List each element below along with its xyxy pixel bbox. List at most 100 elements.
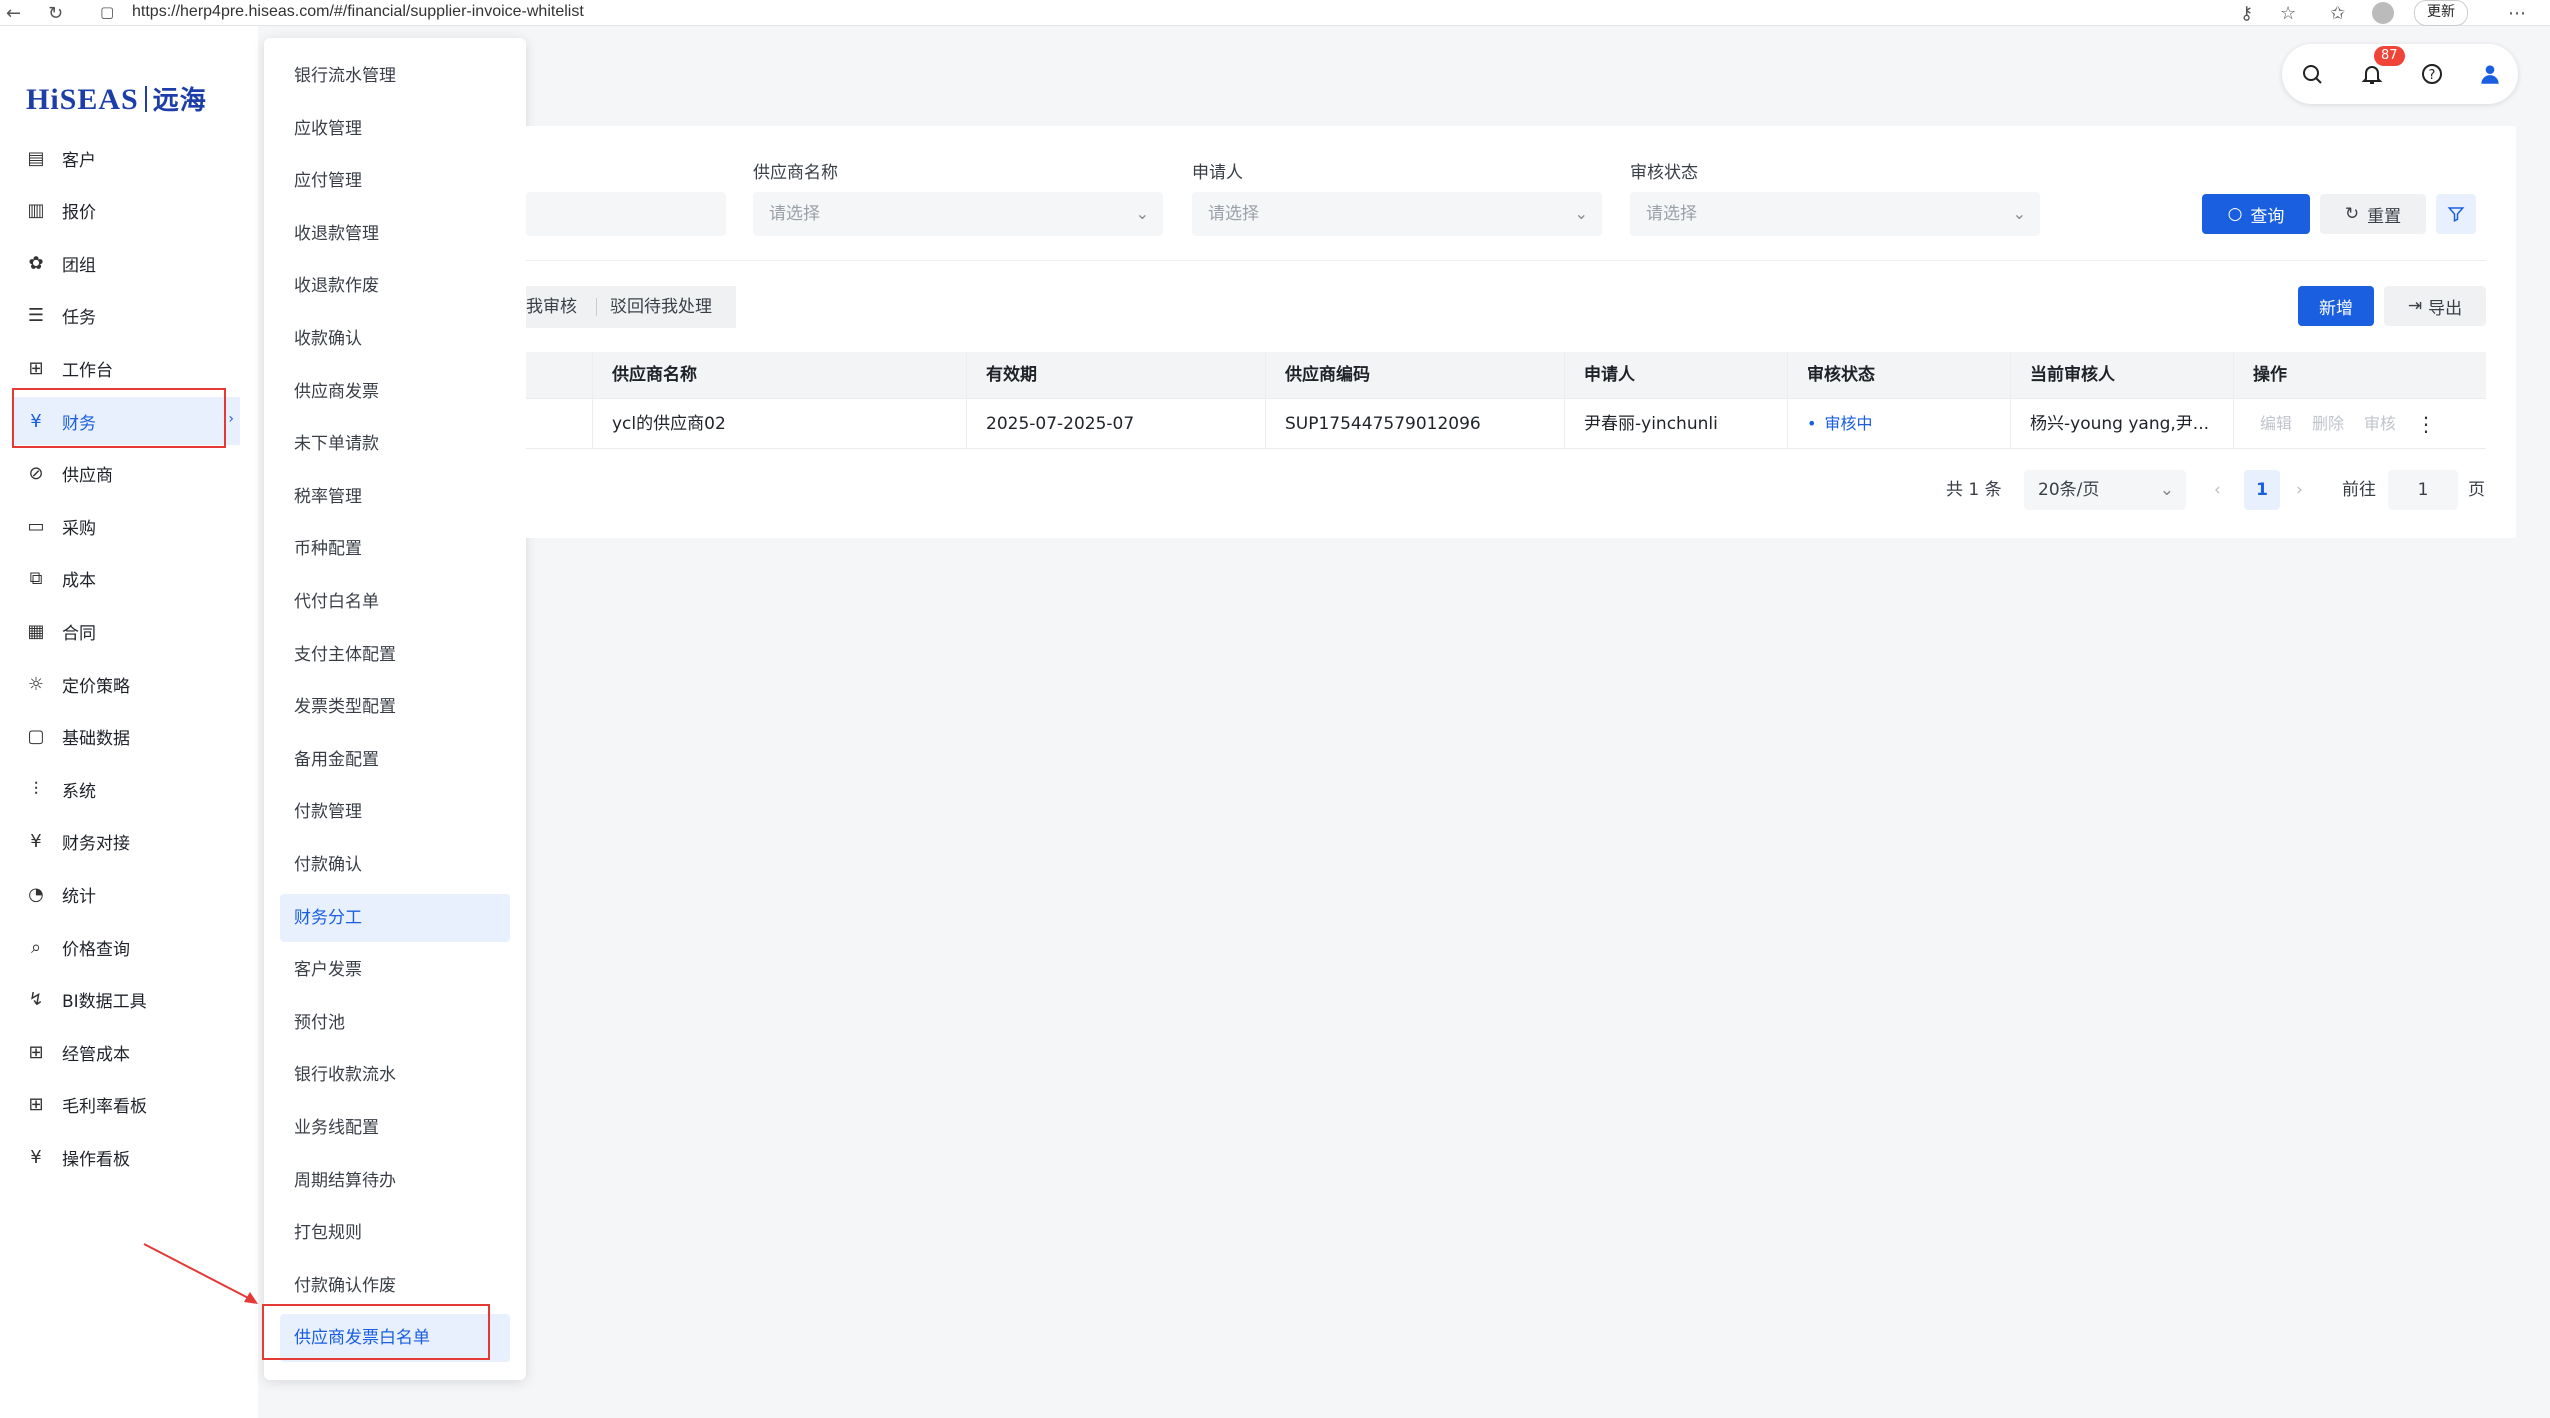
group-icon: ✿ bbox=[28, 252, 44, 274]
sidebar-item-label: 经管成本 bbox=[62, 1044, 130, 1065]
submenu-item[interactable]: 付款管理 bbox=[280, 788, 510, 836]
notification-badge: 87 bbox=[2374, 46, 2405, 66]
margin-board-icon: ⊞ bbox=[28, 1094, 44, 1116]
submenu-item[interactable]: 收退款作废 bbox=[280, 262, 510, 310]
search-icon[interactable] bbox=[2296, 58, 2328, 90]
submenu-item[interactable]: 备用金配置 bbox=[280, 736, 510, 784]
sidebar-item-label: 工作台 bbox=[62, 360, 113, 381]
submenu-item[interactable]: 打包规则 bbox=[280, 1209, 510, 1257]
cell-reviewer: 杨兴-young yang,尹... bbox=[2030, 414, 2209, 434]
star-icon[interactable]: ☆ bbox=[2280, 3, 2296, 24]
submenu-item[interactable]: 业务线配置 bbox=[280, 1104, 510, 1152]
submenu-item[interactable]: 收款确认 bbox=[280, 315, 510, 363]
sidebar-item-11[interactable]: ▢ 基础数据 bbox=[14, 713, 240, 761]
sidebar-item-0[interactable]: ▤ 客户 bbox=[14, 134, 240, 182]
profile-avatar-icon[interactable] bbox=[2372, 2, 2394, 24]
review-action[interactable]: 审核 bbox=[2364, 400, 2396, 448]
browser-update-button[interactable]: 更新 bbox=[2414, 0, 2468, 26]
sidebar-item-13[interactable]: ¥ 财务对接 bbox=[14, 818, 240, 866]
sidebar-item-17[interactable]: ⊞ 经管成本 bbox=[14, 1028, 240, 1076]
sidebar-item-6[interactable]: ⊘ 供应商 bbox=[14, 450, 240, 498]
refresh-icon: ↻ bbox=[2344, 204, 2360, 224]
sidebar-item-7[interactable]: ▭ 采购 bbox=[14, 502, 240, 550]
goto-label: 前往 bbox=[2342, 480, 2376, 500]
tab-rejected-pending[interactable]: 驳回待我处理 bbox=[610, 286, 712, 328]
sidebar-item-4[interactable]: ⊞ 工作台 bbox=[14, 344, 240, 392]
submenu-item[interactable]: 支付主体配置 bbox=[280, 631, 510, 679]
submenu-item[interactable]: 供应商发票 bbox=[280, 368, 510, 416]
sidebar-item-14[interactable]: ◔ 统计 bbox=[14, 870, 240, 918]
system-icon: ⫶ bbox=[33, 778, 39, 800]
help-icon[interactable]: ? bbox=[2416, 58, 2448, 90]
delete-action[interactable]: 删除 bbox=[2312, 400, 2344, 448]
sidebar-item-10[interactable]: ☼ 定价策略 bbox=[14, 660, 240, 708]
submenu-item[interactable]: 币种配置 bbox=[280, 525, 510, 573]
submenu-item[interactable]: 应收管理 bbox=[280, 105, 510, 153]
goto-page-input[interactable]: 1 bbox=[2388, 470, 2458, 510]
sidebar-item-12[interactable]: ⫶ 系统 bbox=[14, 765, 240, 813]
search-button[interactable]: ○ 查询 bbox=[2202, 194, 2310, 234]
page-size-select[interactable]: 20条/页 ⌄ bbox=[2024, 470, 2186, 510]
supplier-select[interactable]: 请选择 ⌄ bbox=[753, 192, 1163, 236]
applicant-select[interactable]: 请选择 ⌄ bbox=[1192, 192, 1602, 236]
customer-icon: ▤ bbox=[27, 147, 45, 169]
submenu-item[interactable]: 代付白名单 bbox=[280, 578, 510, 626]
submenu-item[interactable]: 银行收款流水 bbox=[280, 1051, 510, 1099]
submenu-item[interactable]: 付款确认作废 bbox=[280, 1262, 510, 1310]
sidebar-item-19[interactable]: ¥ 操作看板 bbox=[14, 1133, 240, 1181]
col-supplier: 供应商名称 bbox=[612, 365, 697, 385]
edit-action[interactable]: 编辑 bbox=[2260, 400, 2292, 448]
key-icon[interactable]: ⚷ bbox=[2240, 3, 2253, 24]
status-select[interactable]: 请选择 ⌄ bbox=[1630, 192, 2040, 236]
page-number-current[interactable]: 1 bbox=[2244, 470, 2280, 510]
filter-input-partial[interactable] bbox=[526, 192, 726, 236]
sidebar-item-18[interactable]: ⊞ 毛利率看板 bbox=[14, 1081, 240, 1129]
finance-submenu: 银行流水管理 应收管理 应付管理收退款管理 收退款作废收款确认供应商发票 未下单请款税率… bbox=[264, 38, 526, 1380]
submenu-item[interactable]: 客户发票 bbox=[280, 946, 510, 994]
next-page-icon[interactable]: › bbox=[2296, 470, 2303, 510]
col-validity: 有效期 bbox=[986, 365, 1037, 385]
reload-icon[interactable]: ↻ bbox=[48, 3, 63, 24]
add-button[interactable]: 新增 bbox=[2298, 286, 2374, 326]
chevron-down-icon: ⌄ bbox=[1574, 204, 1588, 223]
sidebar-item-1[interactable]: ▥ 报价 bbox=[14, 187, 240, 235]
sidebar-item-label: 任务 bbox=[62, 308, 96, 329]
hiseas-logo[interactable]: HiSEAS 远海 bbox=[26, 80, 207, 117]
sidebar-item-9[interactable]: ▦ 合同 bbox=[14, 607, 240, 655]
sidebar-item-label: 采购 bbox=[62, 518, 96, 539]
prev-page-icon[interactable]: ‹ bbox=[2214, 470, 2221, 510]
sidebar-item-3[interactable]: ☰ 任务 bbox=[14, 292, 240, 340]
price-search-icon: ⌕ bbox=[30, 936, 42, 958]
submenu-item[interactable]: 预付池 bbox=[280, 999, 510, 1047]
site-info-icon[interactable]: ▢ bbox=[100, 3, 114, 21]
user-avatar-icon[interactable] bbox=[2474, 58, 2506, 90]
more-actions-icon[interactable]: ⋮ bbox=[2416, 400, 2436, 448]
favorites-icon[interactable]: ✩ bbox=[2330, 3, 2345, 24]
submenu-item[interactable]: 收退款管理 bbox=[280, 210, 510, 258]
sidebar-item-15[interactable]: ⌕ 价格查询 bbox=[14, 923, 240, 971]
export-button[interactable]: ⇥ 导出 bbox=[2384, 286, 2486, 326]
submenu-item[interactable]: 财务分工 bbox=[280, 893, 510, 942]
submenu-item[interactable]: 税率管理 bbox=[280, 473, 510, 521]
submenu-item[interactable]: 发票类型配置 bbox=[280, 683, 510, 731]
back-icon[interactable]: ← bbox=[6, 3, 21, 24]
submenu-item[interactable]: 未下单请款 bbox=[280, 420, 510, 468]
chevron-right-icon: › bbox=[228, 411, 234, 427]
sidebar-item-label: 客户 bbox=[62, 150, 96, 171]
sidebar-item-8[interactable]: ⧉ 成本 bbox=[14, 555, 240, 603]
reset-button[interactable]: ↻ 重置 bbox=[2320, 194, 2426, 234]
sidebar-item-16[interactable]: ↯ BI数据工具 bbox=[14, 976, 240, 1024]
sidebar-item-2[interactable]: ✿ 团组 bbox=[14, 239, 240, 287]
address-bar[interactable]: https://herp4pre.hiseas.com/#/financial/… bbox=[132, 3, 584, 21]
supplier-filter-label: 供应商名称 bbox=[753, 163, 838, 183]
submenu-item[interactable]: 银行流水管理 bbox=[280, 52, 510, 100]
stats-icon: ◔ bbox=[28, 883, 44, 905]
cost-icon: ⧉ bbox=[29, 568, 43, 590]
col-status: 审核状态 bbox=[1807, 365, 1875, 385]
filter-icon[interactable] bbox=[2436, 194, 2476, 234]
submenu-item[interactable]: 周期结算待办 bbox=[280, 1157, 510, 1205]
tab-review-by-me[interactable]: 我审核 bbox=[526, 286, 577, 328]
submenu-item[interactable]: 付款确认 bbox=[280, 841, 510, 889]
submenu-item[interactable]: 应付管理 bbox=[280, 157, 510, 205]
more-icon[interactable]: ⋯ bbox=[2508, 3, 2526, 24]
